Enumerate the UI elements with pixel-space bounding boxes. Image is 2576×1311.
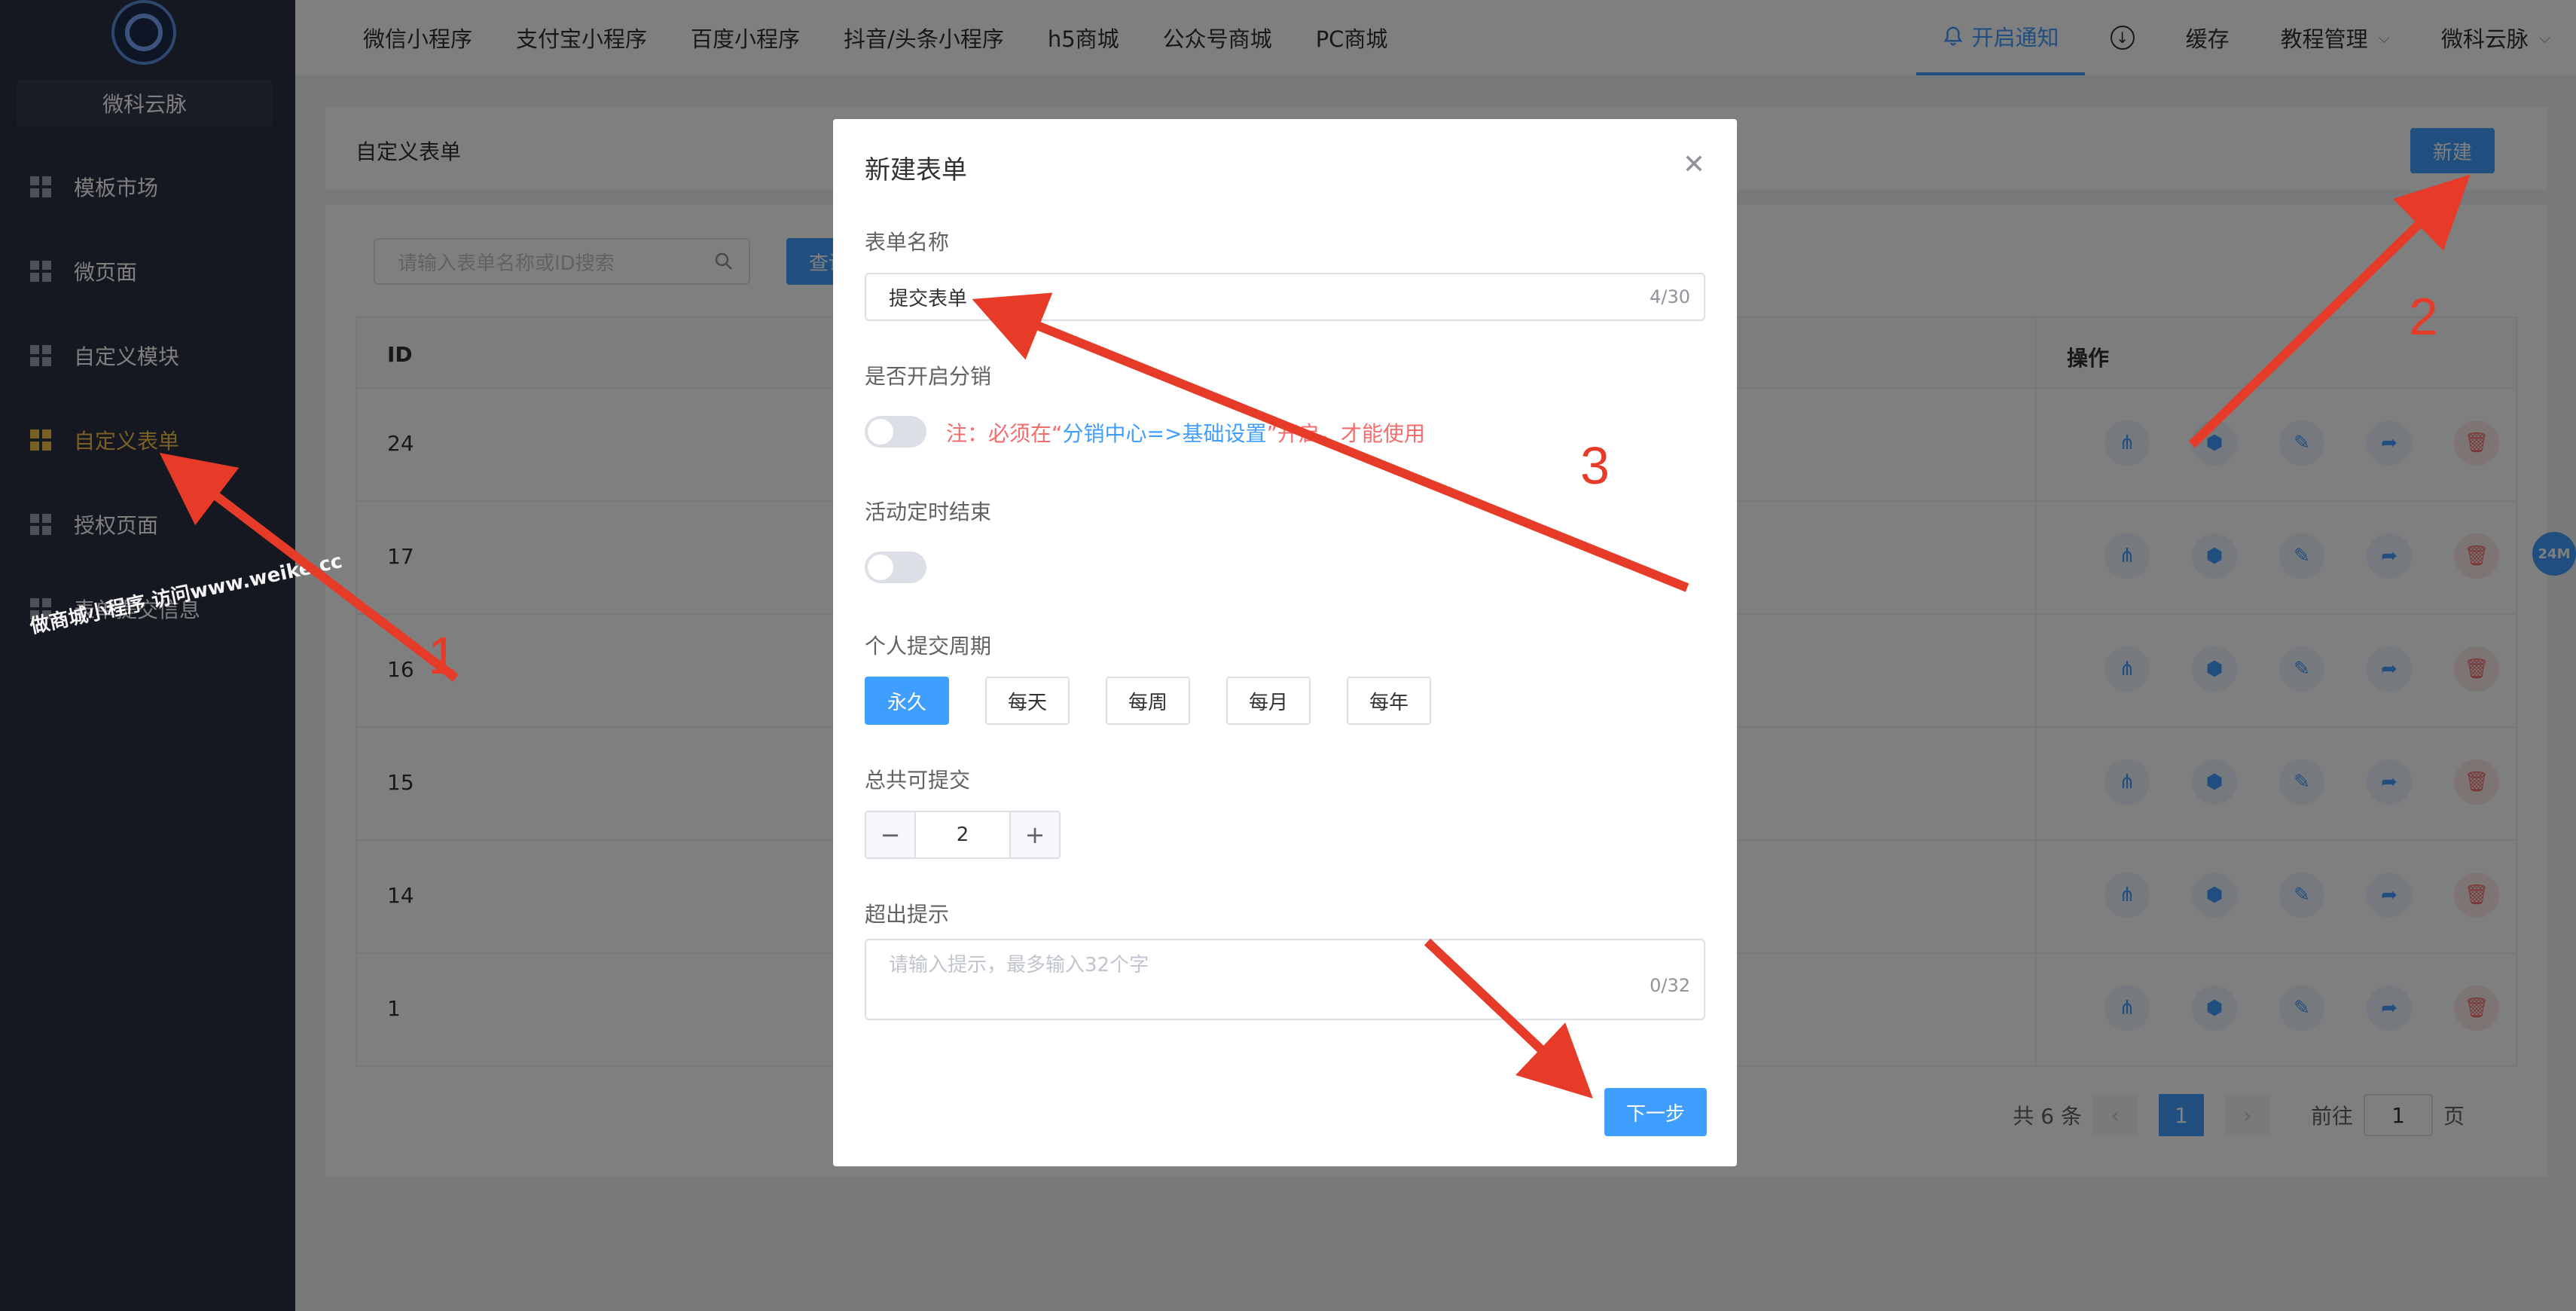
overflow-tip-textarea[interactable]: 请输入提示，最多输入32个字 0/32 <box>865 939 1705 1020</box>
decrement-button[interactable]: − <box>866 812 914 857</box>
distribution-toggle[interactable] <box>865 416 926 448</box>
period-yearly[interactable]: 每年 <box>1347 677 1431 725</box>
increment-button[interactable]: + <box>1011 812 1059 857</box>
period-forever[interactable]: 永久 <box>865 677 949 725</box>
period-weekly[interactable]: 每周 <box>1106 677 1190 725</box>
dialog-title: 新建表单 <box>865 155 967 185</box>
form-name-counter: 4/30 <box>1650 286 1690 307</box>
distribution-label: 是否开启分销 <box>865 364 992 389</box>
annotation-number-2: 2 <box>2409 287 2438 346</box>
timed-end-label: 活动定时结束 <box>865 500 992 524</box>
overflow-tip-counter: 0/32 <box>1650 975 1690 996</box>
annotation-number-1: 1 <box>428 626 457 685</box>
note-prefix: 注：必须在“ <box>946 421 1063 446</box>
period-monthly[interactable]: 每月 <box>1226 677 1311 725</box>
total-submit-label: 总共可提交 <box>865 768 971 793</box>
total-submit-stepper: − 2 + <box>865 811 1061 859</box>
next-step-button[interactable]: 下一步 <box>1604 1088 1707 1136</box>
new-form-dialog: 新建表单 ✕ 表单名称 提交表单 4/30 是否开启分销 注：必须在“分销中心=… <box>833 119 1737 1166</box>
period-label: 个人提交周期 <box>865 634 992 659</box>
total-submit-value[interactable]: 2 <box>914 812 1011 857</box>
overflow-tip-label: 超出提示 <box>865 902 950 927</box>
distribution-note: 注：必须在“分销中心=>基础设置”开启，才能使用 <box>946 417 1425 448</box>
note-suffix: ”开启，才能使用 <box>1266 421 1425 446</box>
close-icon[interactable]: ✕ <box>1683 149 1705 180</box>
period-options: 永久 每天 每周 每月 每年 <box>865 677 1467 725</box>
annotation-number-3: 3 <box>1580 436 1610 495</box>
form-name-input[interactable]: 提交表单 4/30 <box>865 273 1705 321</box>
form-name-label: 表单名称 <box>865 230 950 255</box>
distribution-settings-link[interactable]: 分销中心=>基础设置 <box>1063 421 1267 446</box>
overflow-tip-placeholder: 请输入提示，最多输入32个字 <box>889 954 1149 976</box>
form-name-value: 提交表单 <box>889 287 968 310</box>
timed-end-toggle[interactable] <box>865 552 926 583</box>
period-daily[interactable]: 每天 <box>985 677 1070 725</box>
